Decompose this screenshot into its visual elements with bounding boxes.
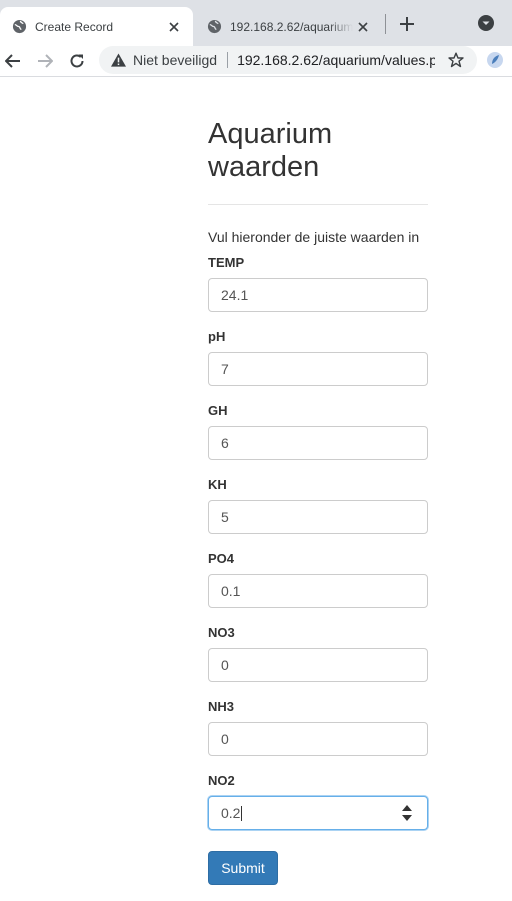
close-tab-icon[interactable] bbox=[353, 17, 373, 37]
browser-tab-strip: Create Record 192.168.2.62/aquarium/i bbox=[0, 0, 512, 46]
field-label: KH bbox=[208, 477, 227, 492]
intro-text: Vul hieronder de juiste waarden in bbox=[208, 229, 420, 245]
field-label: NH3 bbox=[208, 699, 235, 714]
new-tab-plus-icon[interactable] bbox=[396, 13, 418, 35]
form-group-gh: GH 6 bbox=[208, 401, 428, 475]
browser-toolbar: Niet beveiligd 192.168.2.62/aquarium/val… bbox=[0, 46, 512, 77]
field-value: 24.1 bbox=[221, 287, 249, 303]
text-caret bbox=[241, 805, 243, 821]
field-label: PO4 bbox=[208, 551, 235, 566]
spin-up-icon[interactable] bbox=[402, 805, 412, 811]
field-value: 0 bbox=[221, 657, 229, 673]
field-label: GH bbox=[208, 403, 228, 418]
field-value: 6 bbox=[221, 435, 229, 451]
tab-search-icon[interactable] bbox=[475, 12, 497, 34]
field-value: 0.2 bbox=[221, 805, 241, 821]
page-content: Aquarium waarden Vul hieronder de juiste… bbox=[208, 118, 428, 885]
address-bar[interactable]: Niet beveiligd 192.168.2.62/aquarium/val… bbox=[99, 46, 477, 74]
globe-icon bbox=[206, 19, 222, 35]
field-label: NO3 bbox=[208, 625, 235, 640]
number-spinner[interactable] bbox=[401, 805, 413, 821]
title-divider bbox=[208, 204, 428, 205]
page-title: Aquarium waarden bbox=[208, 118, 333, 183]
nh3-input[interactable]: 0 bbox=[208, 722, 428, 756]
values-form: TEMP 24.1 pH 7 GH 6 KH 5 PO4 0.1 NO3 0 N… bbox=[208, 253, 428, 885]
temp-input[interactable]: 24.1 bbox=[208, 278, 428, 312]
field-label: pH bbox=[208, 329, 226, 344]
field-label: NO2 bbox=[208, 773, 235, 788]
tab-aquarium[interactable]: 192.168.2.62/aquarium/i bbox=[195, 7, 382, 46]
tab-divider bbox=[385, 14, 386, 34]
back-arrow-icon[interactable] bbox=[1, 49, 25, 73]
tab-title: 192.168.2.62/aquarium/i bbox=[230, 19, 353, 34]
omnibox-divider bbox=[227, 52, 229, 68]
form-group-ph: pH 7 bbox=[208, 327, 428, 401]
kh-input[interactable]: 5 bbox=[208, 500, 428, 534]
forward-arrow-icon[interactable] bbox=[33, 49, 57, 73]
ph-input[interactable]: 7 bbox=[208, 352, 428, 386]
form-group-temp: TEMP 24.1 bbox=[208, 253, 428, 327]
tab-title: Create Record bbox=[35, 19, 114, 34]
field-label: TEMP bbox=[208, 255, 245, 270]
gh-input[interactable]: 6 bbox=[208, 426, 428, 460]
reload-icon[interactable] bbox=[65, 49, 89, 73]
form-group-no3: NO3 0 bbox=[208, 623, 428, 697]
field-value: 0 bbox=[221, 731, 229, 747]
no3-input[interactable]: 0 bbox=[208, 648, 428, 682]
globe-icon bbox=[11, 19, 27, 35]
close-tab-icon[interactable] bbox=[164, 17, 184, 37]
field-value: 0.1 bbox=[221, 583, 241, 599]
extension-icon[interactable] bbox=[485, 50, 505, 70]
no2-input[interactable]: 0.2 bbox=[208, 796, 428, 830]
form-group-nh3: NH3 0 bbox=[208, 697, 428, 771]
form-group-kh: KH 5 bbox=[208, 475, 428, 549]
warning-triangle-icon[interactable] bbox=[110, 52, 126, 68]
form-group-po4: PO4 0.1 bbox=[208, 549, 428, 623]
form-group-no2: NO2 0.2 bbox=[208, 771, 428, 845]
field-value: 7 bbox=[221, 361, 229, 377]
url-text[interactable]: 192.168.2.62/aquarium/values.php bbox=[237, 52, 435, 68]
po4-input[interactable]: 0.1 bbox=[208, 574, 428, 608]
spin-down-icon[interactable] bbox=[402, 815, 412, 821]
security-status-label[interactable]: Niet beveiligd bbox=[133, 52, 217, 68]
bookmark-star-icon[interactable] bbox=[447, 51, 465, 69]
field-value: 5 bbox=[221, 509, 229, 525]
submit-button[interactable]: Submit bbox=[208, 851, 278, 885]
tab-create-record[interactable]: Create Record bbox=[0, 7, 193, 46]
